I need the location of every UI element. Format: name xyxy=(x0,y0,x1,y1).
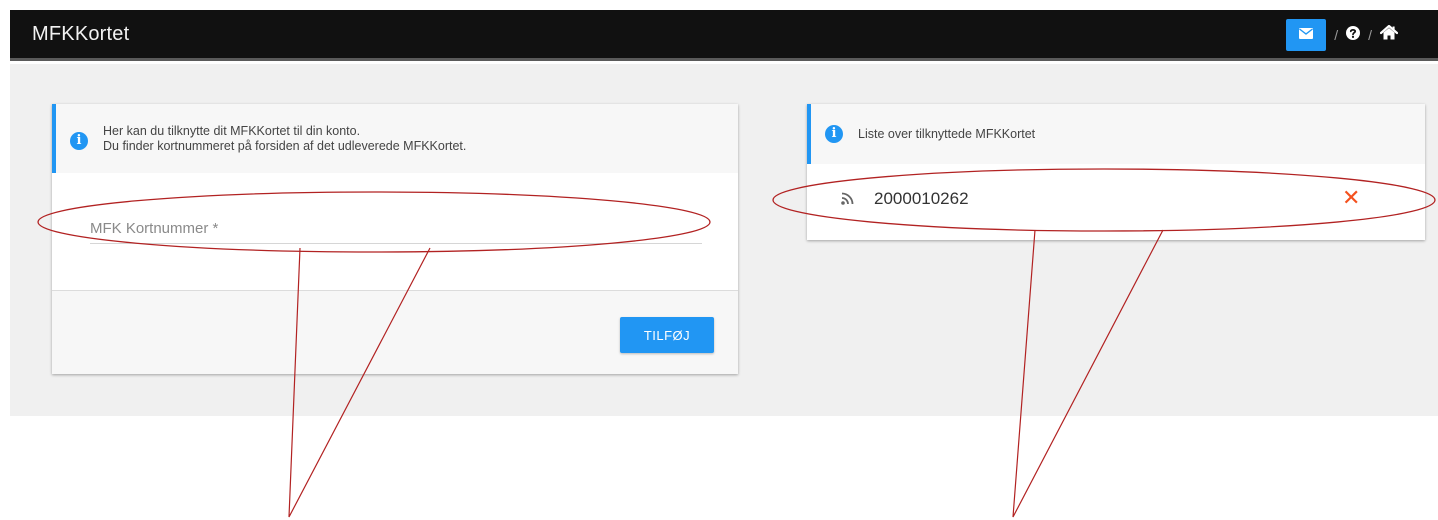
info-text: Her kan du tilknytte dit MFKKortet til d… xyxy=(103,124,466,154)
home-button[interactable] xyxy=(1379,24,1399,45)
messages-button[interactable] xyxy=(1286,19,1327,51)
home-icon xyxy=(1379,24,1399,45)
remove-card-icon[interactable]: ✕ xyxy=(1342,187,1360,209)
card-number-input[interactable] xyxy=(90,215,702,241)
rss-icon xyxy=(841,192,854,210)
list-item: 2000010262 ✕ xyxy=(807,164,1425,240)
info-message: i Her kan du tilknytte dit MFKKortet til… xyxy=(52,104,738,173)
info-message: i Liste over tilknyttede MFKKortet xyxy=(807,104,1425,164)
panel-footer: TILFØJ xyxy=(52,290,738,374)
top-actions: / / xyxy=(1286,19,1399,51)
card-number: 2000010262 xyxy=(874,189,969,208)
info-icon: i xyxy=(825,125,843,143)
envelope-icon xyxy=(1299,26,1314,44)
breadcrumb-separator: / xyxy=(1368,27,1372,43)
top-navigation-bar: MFKKortet / / xyxy=(10,10,1438,61)
help-button[interactable] xyxy=(1346,25,1361,45)
main-content: i Her kan du tilknytte dit MFKKortet til… xyxy=(10,64,1438,416)
breadcrumb-separator: / xyxy=(1334,27,1339,43)
app-title: MFKKortet xyxy=(32,23,130,45)
add-card-panel: i Her kan du tilknytte dit MFKKortet til… xyxy=(52,104,738,374)
info-text: Liste over tilknyttede MFKKortet xyxy=(858,127,1036,141)
linked-cards-panel: i Liste over tilknyttede MFKKortet 20000… xyxy=(807,104,1425,240)
add-button[interactable]: TILFØJ xyxy=(620,317,714,353)
info-icon: i xyxy=(70,132,88,150)
question-circle-icon xyxy=(1346,25,1361,45)
info-line: Her kan du tilknytte dit MFKKortet til d… xyxy=(103,124,361,138)
card-number-field xyxy=(90,215,702,244)
info-line: Du finder kortnummeret på forsiden af de… xyxy=(103,139,467,153)
